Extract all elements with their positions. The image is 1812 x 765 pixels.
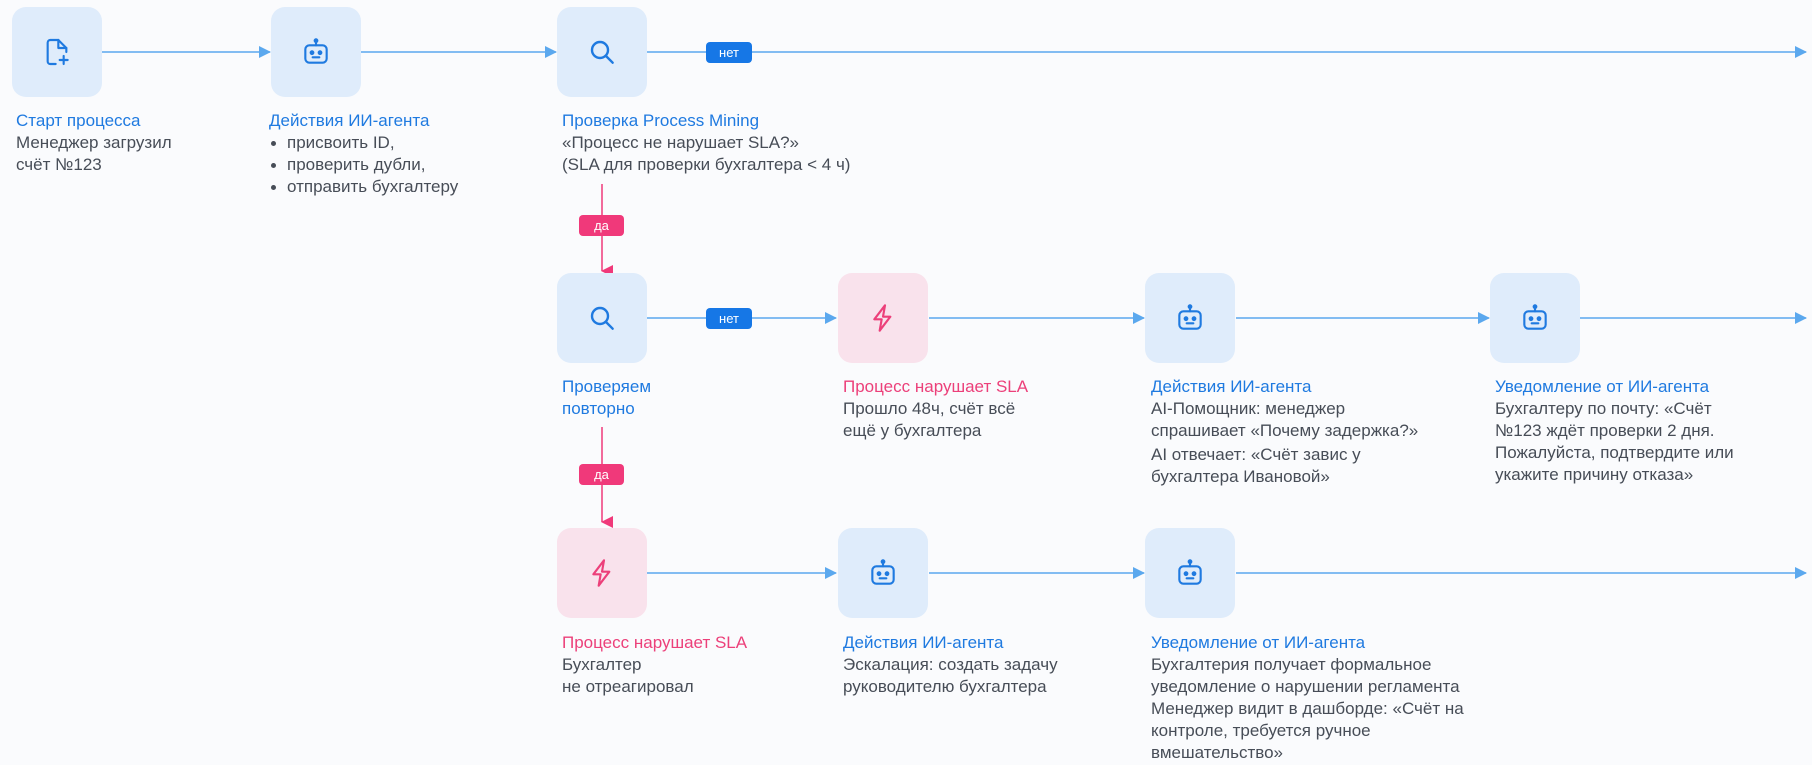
sla-violation-text: Процесс нарушает SLA Прошло 48ч, счёт вс… — [843, 376, 1028, 442]
sla-violation-2-line: не отреагировал — [562, 677, 694, 696]
sla-violation-2-title: Процесс нарушает SLA — [562, 633, 748, 652]
list-item: присвоить ID, — [269, 132, 458, 154]
agent-assistant-text: Действия ИИ-агента AI-Помощник: менеджер… — [1151, 376, 1418, 488]
agent-assistant-line: бухгалтера Ивановой» — [1151, 467, 1330, 486]
formal-notification-node[interactable] — [1145, 528, 1235, 618]
badge-yes-check: да — [579, 215, 624, 236]
escalation-title: Действия ИИ-агента — [843, 633, 1004, 652]
sla-violation-title: Процесс нарушает SLA — [843, 377, 1029, 396]
list-item: проверить дубли, — [269, 154, 458, 176]
formal-notification-line: Бухгалтерия получает формальное — [1151, 655, 1432, 674]
process-mining-check-node[interactable] — [557, 7, 647, 97]
agent-assistant-title: Действия ИИ-агента — [1151, 377, 1312, 396]
agent-notification-node[interactable] — [1490, 273, 1580, 363]
sla-violation-2-node[interactable] — [557, 528, 647, 618]
agent-actions-text: Действия ИИ-агента присвоить ID, провери… — [269, 110, 458, 198]
badge-yes-recheck: да — [579, 464, 624, 485]
agent-assistant-line: AI-Помощник: менеджер — [1151, 399, 1346, 418]
agent-notification-text: Уведомление от ИИ-агента Бухгалтеру по п… — [1495, 376, 1734, 486]
robot-icon — [1523, 304, 1547, 330]
sla-violation-line: ещё у бухгалтера — [843, 421, 982, 440]
escalation-text: Действия ИИ-агента Эскалация: создать за… — [843, 632, 1058, 698]
agent-assistant-node[interactable] — [1145, 273, 1235, 363]
agent-notification-line: Пожалуйста, подтвердите или — [1495, 443, 1734, 462]
start-process-line: Менеджер загрузил — [16, 133, 172, 152]
recheck-text: Проверяем повторно — [562, 376, 651, 420]
formal-notification-line: вмешательство» — [1151, 743, 1283, 762]
process-mining-check-line: (SLA для проверки бухгалтера < 4 ч) — [562, 155, 851, 174]
recheck-title: Проверяем — [562, 377, 652, 396]
lightning-icon — [592, 559, 611, 587]
badge-no-check: нет — [706, 42, 752, 63]
agent-actions-node[interactable] — [271, 7, 361, 97]
recheck-title: повторно — [562, 399, 635, 418]
agent-notification-line: Бухгалтеру по почту: «Счёт — [1495, 399, 1712, 418]
agent-notification-line: укажите причину отказа» — [1495, 465, 1694, 484]
process-mining-check-line: «Процесс не нарушает SLA?» — [562, 133, 800, 152]
process-mining-check-title: Проверка Process Mining — [562, 111, 760, 130]
formal-notification-line: уведомление о нарушении регламента — [1151, 677, 1460, 696]
sla-violation-2-text: Процесс нарушает SLA Бухгалтер не отреаг… — [562, 632, 747, 698]
formal-notification-title: Уведомление от ИИ-агента — [1151, 633, 1366, 652]
start-process-text: Старт процесса Менеджер загрузил счёт №1… — [16, 110, 172, 176]
agent-assistant-line: спрашивает «Почему задержка?» — [1151, 421, 1419, 440]
escalation-node[interactable] — [838, 528, 928, 618]
sla-violation-line: Прошло 48ч, счёт всё — [843, 399, 1016, 418]
formal-notification-text: Уведомление от ИИ-агента Бухгалтерия пол… — [1151, 632, 1464, 764]
agent-notification-line: №123 ждёт проверки 2 дня. — [1495, 421, 1715, 440]
start-process-node[interactable] — [12, 7, 102, 97]
formal-notification-line: контроле, требуется ручное — [1151, 721, 1371, 740]
file-plus-icon — [46, 38, 69, 66]
agent-assistant-line: AI отвечает: «Счёт завис у — [1151, 445, 1361, 464]
recheck-node[interactable] — [557, 273, 647, 363]
start-process-line: счёт №123 — [16, 155, 102, 174]
search-icon — [590, 306, 614, 330]
lightning-icon — [873, 304, 892, 332]
sla-violation-node[interactable] — [838, 273, 928, 363]
agent-actions-list: присвоить ID, проверить дубли, отправить… — [269, 132, 458, 198]
process-mining-check-text: Проверка Process Mining «Процесс не нару… — [562, 110, 850, 176]
badge-no-recheck: нет — [706, 308, 752, 329]
robot-icon — [304, 38, 328, 64]
robot-icon — [1178, 304, 1202, 330]
formal-notification-line: Менеджер видит в дашборде: «Счёт на — [1151, 699, 1464, 718]
list-item: отправить бухгалтеру — [269, 176, 458, 198]
start-process-title: Старт процесса — [16, 111, 141, 130]
agent-actions-title: Действия ИИ-агента — [269, 111, 430, 130]
escalation-line: руководителю бухгалтера — [843, 677, 1047, 696]
robot-icon — [871, 559, 895, 585]
robot-icon — [1178, 559, 1202, 585]
agent-notification-title: Уведомление от ИИ-агента — [1495, 377, 1710, 396]
sla-violation-2-line: Бухгалтер — [562, 655, 642, 674]
escalation-line: Эскалация: создать задачу — [843, 655, 1058, 674]
search-icon — [590, 40, 614, 64]
